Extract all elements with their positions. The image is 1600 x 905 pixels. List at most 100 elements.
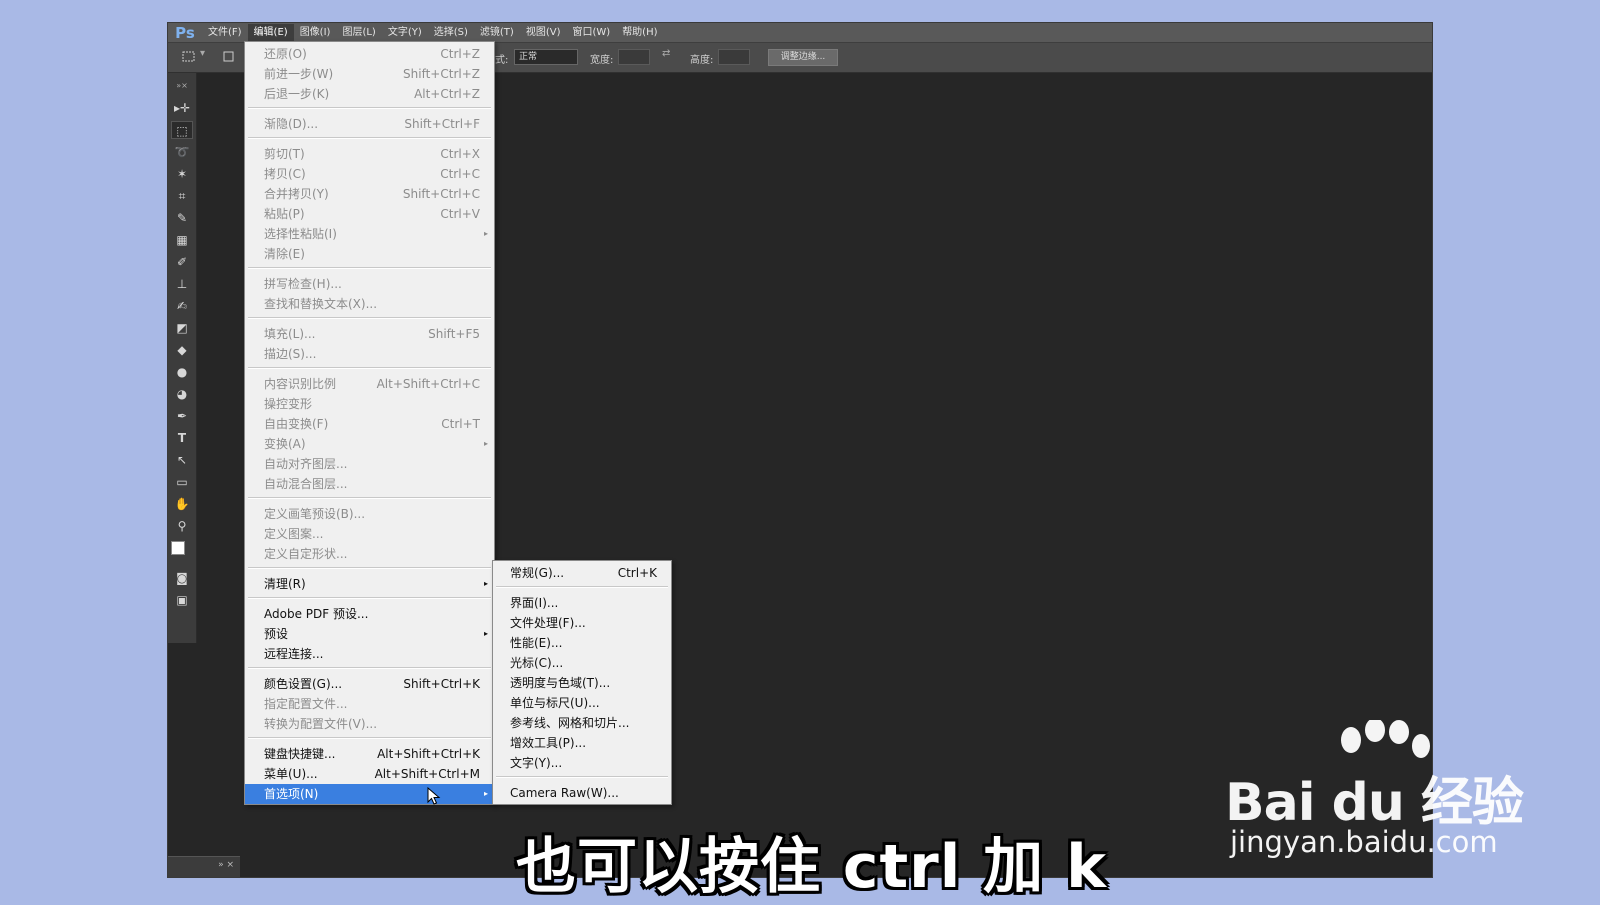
menu-item-fade[interactable]: 渐隐(D)... Shift+Ctrl+F: [245, 114, 494, 134]
menu-item-copy[interactable]: 拷贝(C) Ctrl+C: [245, 164, 494, 184]
pen-tool-icon[interactable]: ✒: [171, 407, 193, 425]
lasso-tool-icon[interactable]: ➰: [171, 143, 193, 161]
menu-item-color-settings[interactable]: 颜色设置(G)... Shift+Ctrl+K: [245, 674, 494, 694]
menu-item-menus[interactable]: 菜单(U)... Alt+Shift+Ctrl+M: [245, 764, 494, 784]
menu-item-find-replace[interactable]: 查找和替换文本(X)...: [245, 294, 494, 314]
submenu-item-general[interactable]: 常规(G)... Ctrl+K: [493, 563, 671, 583]
crop-tool-icon[interactable]: ⌗: [171, 187, 193, 205]
menu-item-clear[interactable]: 清除(E): [245, 244, 494, 264]
brush-tool-icon[interactable]: ✐: [171, 253, 193, 271]
panel-expand-icon[interactable]: » ×: [218, 860, 234, 870]
menu-item-convert-to-profile[interactable]: 转换为配置文件(V)...: [245, 714, 494, 734]
menu-item-puppet-warp[interactable]: 操控变形: [245, 394, 494, 414]
eyedropper-icon[interactable]: ✎: [171, 209, 193, 227]
menu-image[interactable]: 图像(I): [294, 24, 337, 42]
menu-item-keyboard-shortcuts[interactable]: 键盘快捷键... Alt+Shift+Ctrl+K: [245, 744, 494, 764]
submenu-item-camera-raw[interactable]: Camera Raw(W)...: [493, 783, 671, 803]
menu-item-assign-profile[interactable]: 指定配置文件...: [245, 694, 494, 714]
swap-icon[interactable]: ⇄: [662, 48, 670, 59]
menu-item-auto-blend-layers[interactable]: 自动混合图层...: [245, 474, 494, 494]
refine-edge-button[interactable]: 调整边缘...: [768, 49, 838, 66]
menu-help[interactable]: 帮助(H): [616, 24, 663, 42]
menu-item-adobe-pdf-presets[interactable]: Adobe PDF 预设...: [245, 604, 494, 624]
menu-item-transform[interactable]: 变换(A) ▸: [245, 434, 494, 454]
menu-item-cut[interactable]: 剪切(T) Ctrl+X: [245, 144, 494, 164]
height-input[interactable]: [718, 49, 750, 65]
menu-item-define-pattern[interactable]: 定义图案...: [245, 524, 494, 544]
menu-item-content-aware-scale[interactable]: 内容识别比例 Alt+Shift+Ctrl+C: [245, 374, 494, 394]
screen-mode-icon[interactable]: ▣: [171, 591, 193, 609]
menu-item-spell-check[interactable]: 拼写检查(H)...: [245, 274, 494, 294]
menu-item-presets[interactable]: 预设 ▸: [245, 624, 494, 644]
magic-wand-icon[interactable]: ✶: [171, 165, 193, 183]
submenu-item-plugins[interactable]: 增效工具(P)...: [493, 733, 671, 753]
path-select-icon[interactable]: ↖: [171, 451, 193, 469]
submenu-item-type[interactable]: 文字(Y)...: [493, 753, 671, 773]
menu-view[interactable]: 视图(V): [520, 24, 567, 42]
height-label: 高度:: [690, 55, 714, 66]
foreground-color-swatch[interactable]: [171, 541, 185, 555]
menu-window[interactable]: 窗口(W): [566, 24, 616, 42]
quick-mask-icon[interactable]: ◙: [171, 569, 193, 587]
submenu-item-cursors[interactable]: 光标(C)...: [493, 653, 671, 673]
tools-panel: »× ▸✛ ⬚ ➰ ✶ ⌗ ✎ ▦ ✐ ⊥ ✍ ◩ ◆ ● ◕ ✒ T ↖ ▭ …: [168, 73, 197, 643]
menu-item-free-transform[interactable]: 自由变换(F) Ctrl+T: [245, 414, 494, 434]
menu-item-paste-special[interactable]: 选择性粘贴(I) ▸: [245, 224, 494, 244]
menu-item-copy-merged[interactable]: 合并拷贝(Y) Shift+Ctrl+C: [245, 184, 494, 204]
watermark-brand: Bai du 经验: [1225, 773, 1524, 833]
menu-item-paste[interactable]: 粘贴(P) Ctrl+V: [245, 204, 494, 224]
menu-item-auto-align-layers[interactable]: 自动对齐图层...: [245, 454, 494, 474]
menu-filter[interactable]: 滤镜(T): [474, 24, 520, 42]
submenu-item-guides-grid-slices[interactable]: 参考线、网格和切片...: [493, 713, 671, 733]
dropdown-arrow-icon[interactable]: ▾: [200, 48, 205, 59]
healing-brush-icon[interactable]: ▦: [171, 231, 193, 249]
menu-layer[interactable]: 图层(L): [336, 24, 381, 42]
paint-bucket-icon[interactable]: ◆: [171, 341, 193, 359]
submenu-item-transparency-gamut[interactable]: 透明度与色域(T)...: [493, 673, 671, 693]
submenu-item-file-handling[interactable]: 文件处理(F)...: [493, 613, 671, 633]
menu-item-define-custom-shape[interactable]: 定义自定形状...: [245, 544, 494, 564]
eraser-icon[interactable]: ◩: [171, 319, 193, 337]
style-select[interactable]: 正常: [514, 49, 578, 65]
type-tool-icon[interactable]: T: [171, 429, 193, 447]
menu-type[interactable]: 文字(Y): [382, 24, 428, 42]
history-brush-icon[interactable]: ✍: [171, 297, 193, 315]
menu-item-stroke[interactable]: 描边(S)...: [245, 344, 494, 364]
menu-separator: [248, 317, 491, 319]
menu-select[interactable]: 选择(S): [428, 24, 474, 42]
menu-item-purge[interactable]: 清理(R) ▸: [245, 574, 494, 594]
collapsed-panel-bar[interactable]: » ×: [168, 856, 240, 877]
watermark-url: jingyan.baidu.com: [1230, 825, 1498, 859]
menu-item-undo[interactable]: 还原(O) Ctrl+Z: [245, 44, 494, 64]
submenu-item-performance[interactable]: 性能(E)...: [493, 633, 671, 653]
menu-file[interactable]: 文件(F): [202, 24, 248, 42]
move-tool-icon[interactable]: ▸✛: [171, 99, 193, 117]
zoom-tool-icon[interactable]: ⚲: [171, 517, 193, 535]
rectangle-tool-icon[interactable]: ▭: [171, 473, 193, 491]
submenu-item-units-rulers[interactable]: 单位与标尺(U)...: [493, 693, 671, 713]
collapse-icon[interactable]: »×: [171, 77, 193, 95]
submenu-item-interface[interactable]: 界面(I)...: [493, 593, 671, 613]
menu-separator: [248, 667, 491, 669]
blur-tool-icon[interactable]: ●: [171, 363, 193, 381]
menu-edit[interactable]: 编辑(E): [247, 23, 294, 42]
marquee-tool-icon[interactable]: ⬚: [171, 121, 193, 139]
menu-item-define-brush[interactable]: 定义画笔预设(B)...: [245, 504, 494, 524]
clone-stamp-icon[interactable]: ⊥: [171, 275, 193, 293]
menu-item-preferences[interactable]: 首选项(N) ▸: [245, 784, 494, 804]
hand-tool-icon[interactable]: ✋: [171, 495, 193, 513]
menu-separator: [248, 367, 491, 369]
menu-separator: [248, 497, 491, 499]
menu-separator: [248, 737, 491, 739]
marquee-tool-preset-icon[interactable]: [182, 50, 198, 67]
menu-item-step-backward[interactable]: 后退一步(K) Alt+Ctrl+Z: [245, 84, 494, 104]
new-selection-icon[interactable]: [222, 50, 236, 67]
menu-item-remote-connections[interactable]: 远程连接...: [245, 644, 494, 664]
menu-item-fill[interactable]: 填充(L)... Shift+F5: [245, 324, 494, 344]
submenu-arrow-icon: ▸: [483, 439, 488, 448]
menu-item-step-forward[interactable]: 前进一步(W) Shift+Ctrl+Z: [245, 64, 494, 84]
width-input[interactable]: [618, 49, 650, 65]
menu-separator: [496, 586, 668, 588]
dodge-tool-icon[interactable]: ◕: [171, 385, 193, 403]
edit-menu-dropdown: 还原(O) Ctrl+Z 前进一步(W) Shift+Ctrl+Z 后退一步(K) A…: [244, 41, 495, 805]
